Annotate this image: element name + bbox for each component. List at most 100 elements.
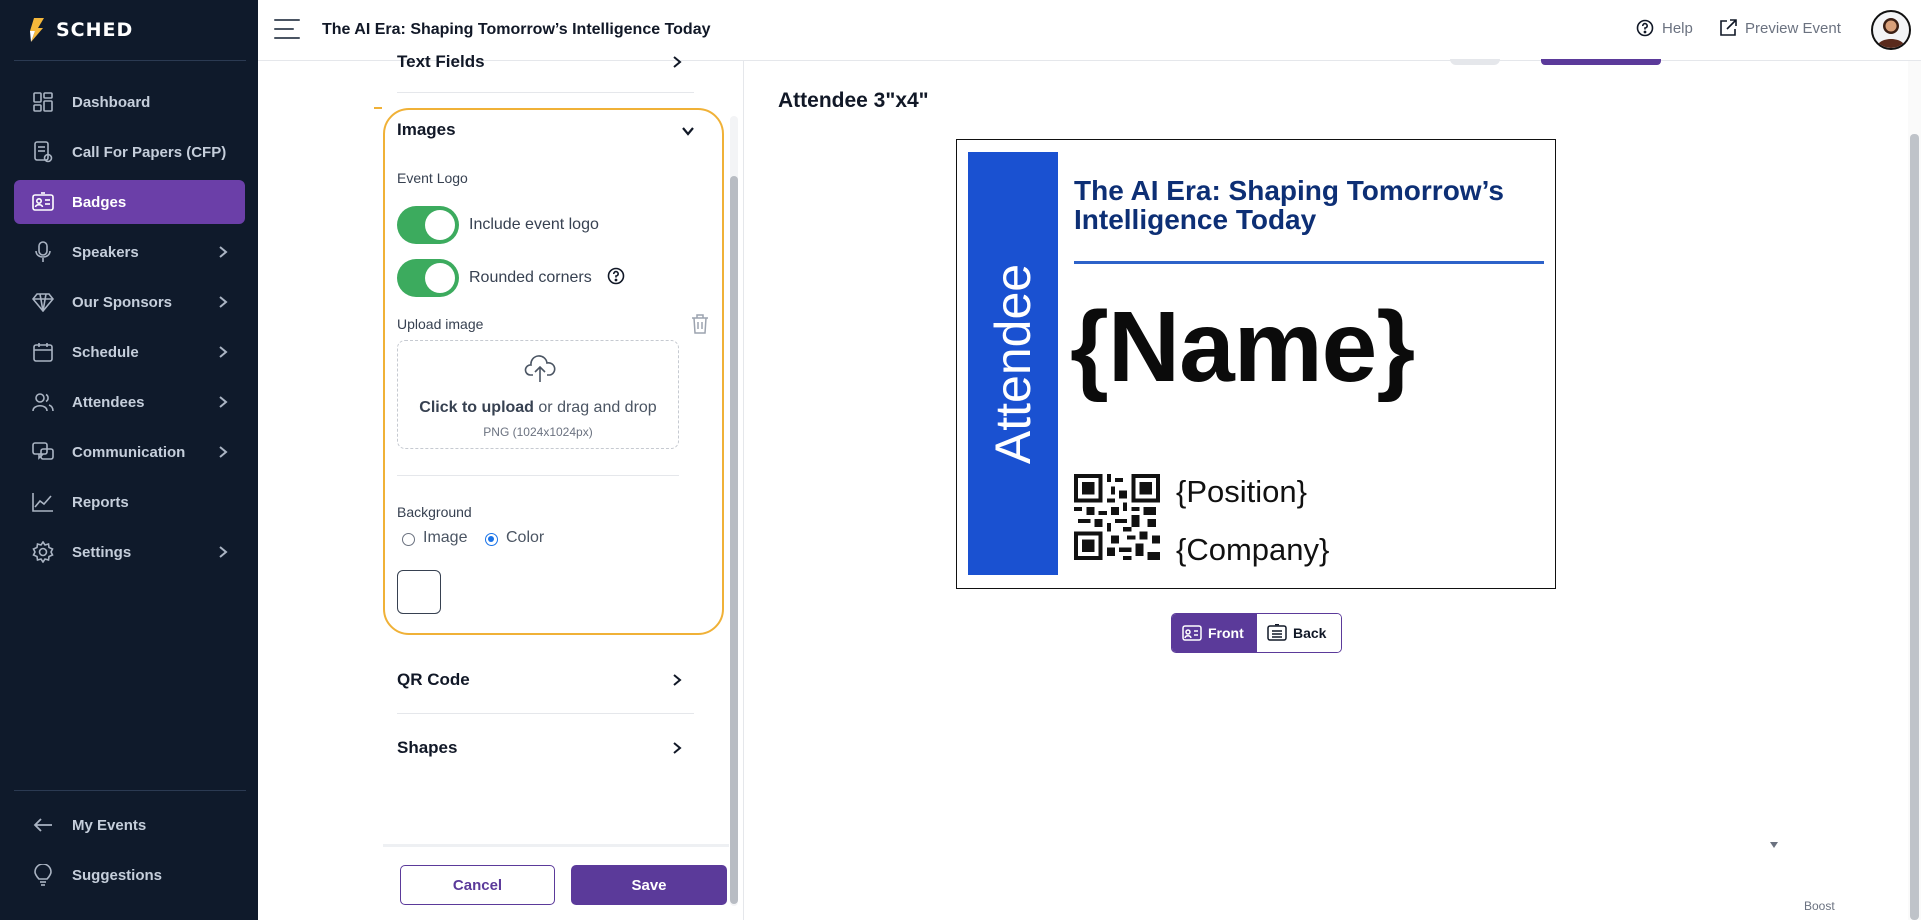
upload-instructions: Click to upload or drag and drop <box>398 399 678 417</box>
accordion-title: Shapes <box>397 738 458 757</box>
sidebar-item-schedule[interactable]: Schedule <box>14 330 245 374</box>
upload-hint: PNG (1024x1024px) <box>483 425 593 439</box>
cancel-button[interactable]: Cancel <box>400 865 555 905</box>
section-divider <box>397 475 679 476</box>
chevron-right-icon <box>219 396 228 408</box>
accordion-shapes[interactable]: Shapes <box>397 714 694 782</box>
lightbulb-icon <box>32 864 54 886</box>
background-color-swatch[interactable] <box>397 570 441 614</box>
images-section-title: Images <box>397 120 456 139</box>
diamond-icon <box>32 291 54 313</box>
arrow-left-icon <box>32 814 54 836</box>
accordion-qr-code[interactable]: QR Code <box>397 646 694 714</box>
cloud-upload-icon <box>524 355 556 382</box>
badge-type-text: Attendee <box>985 263 1041 465</box>
sched-logo-icon <box>30 18 44 42</box>
front-side-button[interactable]: Front <box>1172 614 1257 652</box>
sidebar-item-label: Speakers <box>72 243 139 261</box>
upload-dropzone[interactable]: Click to upload or drag and drop PNG (10… <box>397 340 679 449</box>
sidebar-item-label: Dashboard <box>72 93 151 111</box>
scroll-down-arrow-icon[interactable] <box>1770 842 1778 848</box>
help-link[interactable]: Help <box>1636 19 1693 37</box>
sidebar-item-my-events[interactable]: My Events <box>14 803 245 847</box>
chevron-right-icon <box>219 346 228 358</box>
background-color-label: Color <box>506 529 545 546</box>
sidebar-item-communication[interactable]: Communication <box>14 430 245 474</box>
rounded-corners-label: Rounded corners <box>469 269 592 286</box>
sidebar-item-label: Settings <box>72 543 132 561</box>
chevron-right-icon <box>673 674 682 686</box>
help-icon[interactable] <box>607 267 625 285</box>
sidebar-item-label: My Events <box>72 816 147 834</box>
dashboard-icon <box>32 91 54 113</box>
sidebar-item-badges[interactable]: Badges <box>14 180 245 224</box>
preview-event-link[interactable]: Preview Event <box>1719 19 1841 37</box>
badge-type-band: Attendee <box>968 152 1058 575</box>
header-action-button-edge[interactable] <box>1541 59 1661 65</box>
background-image-label: Image <box>423 529 468 546</box>
chevron-right-icon <box>219 446 228 458</box>
back-side-label: Back <box>1293 625 1327 641</box>
background-label: Background <box>397 504 472 520</box>
panel-scrollbar[interactable] <box>730 176 738 904</box>
qr-code-icon <box>1074 474 1160 560</box>
cfp-icon <box>32 141 54 163</box>
badge-position-placeholder: {Position} <box>1176 474 1307 509</box>
badge-name-placeholder: {Name} <box>1070 291 1415 403</box>
accordion-text-fields[interactable]: Text Fields <box>397 49 694 93</box>
save-button[interactable]: Save <box>571 865 727 905</box>
trash-icon[interactable] <box>691 314 709 334</box>
badge-event-title: The AI Era: Shaping Tomorrow’s Intellige… <box>1074 175 1504 235</box>
sidebar-item-label: Our Sponsors <box>72 293 173 311</box>
help-label: Help <box>1662 19 1693 37</box>
user-avatar[interactable] <box>1871 10 1911 50</box>
chevron-right-icon <box>673 742 682 754</box>
accordion-title: Text Fields <box>397 51 485 71</box>
badge-company-placeholder: {Company} <box>1176 532 1330 567</box>
preview-divider <box>743 61 744 920</box>
sidebar-item-dashboard[interactable]: Dashboard <box>14 80 245 124</box>
sidebar-divider <box>14 790 246 791</box>
preview-event-label: Preview Event <box>1745 19 1841 37</box>
sidebar-item-speakers[interactable]: Speakers <box>14 230 245 274</box>
sidebar-item-our-sponsors[interactable]: Our Sponsors <box>14 280 245 324</box>
sidebar-item-label: Schedule <box>72 343 139 361</box>
sidebar-item-cfp[interactable]: Call For Papers (CFP) <box>14 130 245 174</box>
accordion-title: QR Code <box>397 669 470 689</box>
sidebar-item-suggestions[interactable]: Suggestions <box>14 853 245 897</box>
sched-logo[interactable]: SCHED <box>26 12 133 48</box>
sidebar-item-label: Suggestions <box>72 866 163 884</box>
sidebar-item-settings[interactable]: Settings <box>14 530 245 574</box>
include-logo-toggle[interactable] <box>397 206 459 244</box>
avatar-icon <box>1877 18 1905 48</box>
highlight-marker <box>374 107 382 109</box>
sidebar-item-label: Reports <box>72 493 129 511</box>
sidebar-item-label: Call For Papers (CFP) <box>72 143 227 161</box>
gear-icon <box>32 541 54 563</box>
badge-editor-panel: Text Fields Images Event Logo Include ev… <box>374 52 738 920</box>
background-color-radio[interactable] <box>485 533 498 546</box>
people-icon <box>32 391 54 413</box>
background-image-radio[interactable] <box>402 533 415 546</box>
preview-title: Attendee 3"x4" <box>778 89 929 112</box>
chevron-down-icon[interactable] <box>681 124 695 138</box>
menu-icon[interactable] <box>274 19 300 39</box>
chat-icon <box>32 441 54 463</box>
badge-title-rule <box>1074 261 1544 264</box>
event-logo-label: Event Logo <box>397 170 468 186</box>
boost-label: Boost <box>1804 899 1835 913</box>
page-scrollbar[interactable] <box>1910 134 1919 920</box>
upload-click-text: Click to upload <box>419 399 534 416</box>
rounded-corners-toggle[interactable] <box>397 259 459 297</box>
sidebar: SCHED Dashboard Call For Papers (CFP) Ba… <box>0 0 258 920</box>
sidebar-item-label: Attendees <box>72 393 145 411</box>
back-side-button[interactable]: Back <box>1257 614 1341 652</box>
sidebar-item-reports[interactable]: Reports <box>14 480 245 524</box>
sidebar-item-attendees[interactable]: Attendees <box>14 380 245 424</box>
upload-drag-text: or drag and drop <box>533 399 657 416</box>
chevron-right-icon <box>673 56 682 68</box>
chart-icon <box>32 491 54 513</box>
sidebar-bottom-nav: My Events Suggestions <box>14 803 245 903</box>
header-secondary-button-edge[interactable] <box>1450 59 1500 65</box>
sidebar-nav: Dashboard Call For Papers (CFP) Badges S… <box>14 80 245 580</box>
